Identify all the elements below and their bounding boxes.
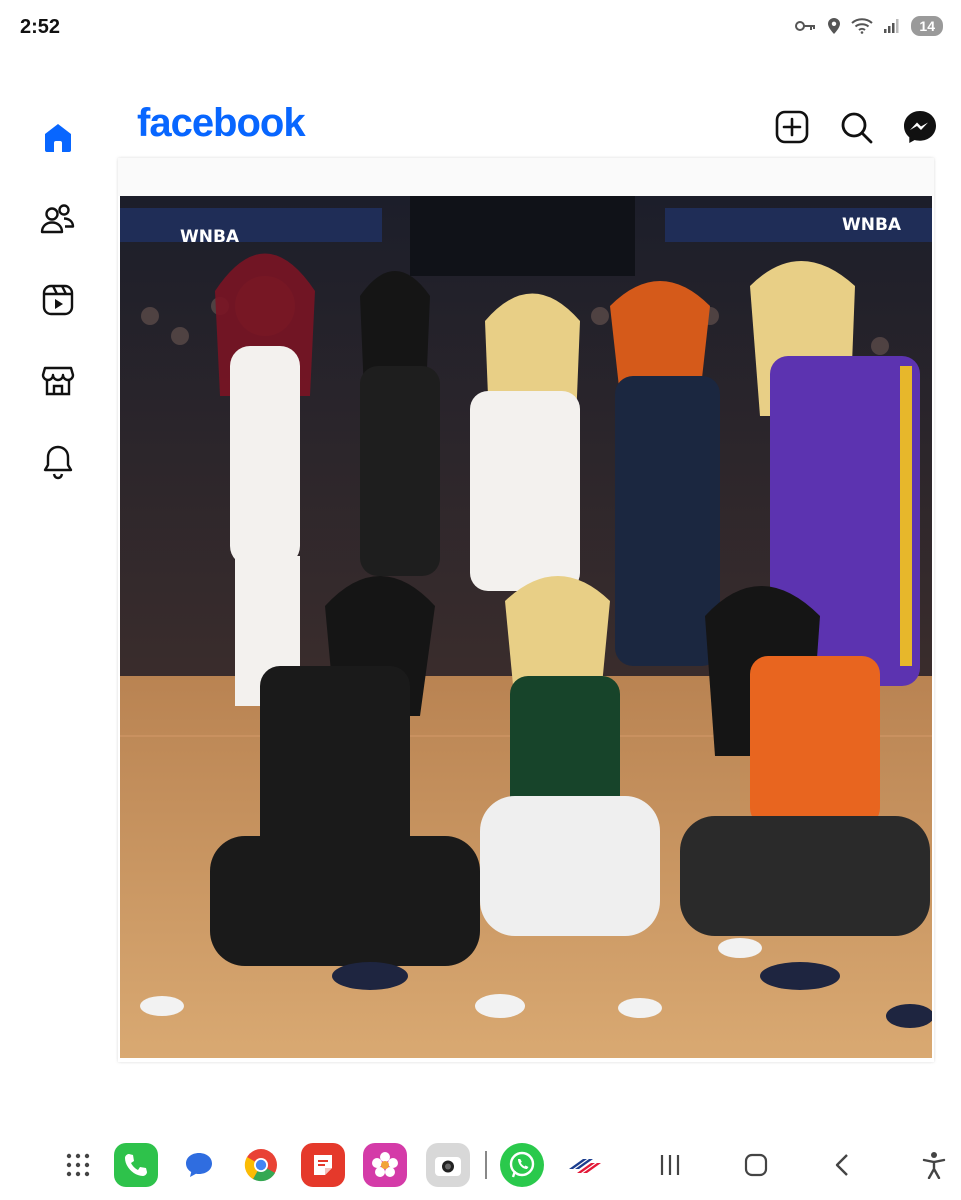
phone-screen: 2:52 14 facebook WNBA WNBA bbox=[0, 0, 961, 1200]
gallery-icon bbox=[372, 1152, 398, 1177]
create-icon bbox=[775, 110, 809, 144]
messages-app[interactable] bbox=[177, 1143, 221, 1187]
messenger-button[interactable] bbox=[899, 106, 941, 148]
whatsapp-app[interactable] bbox=[500, 1143, 544, 1187]
chrome-app[interactable] bbox=[239, 1143, 283, 1187]
messages-icon bbox=[186, 1153, 212, 1177]
camera-app[interactable] bbox=[426, 1143, 470, 1187]
home-icon bbox=[45, 124, 71, 152]
nav-video[interactable] bbox=[30, 272, 86, 328]
notes-app[interactable] bbox=[301, 1143, 345, 1187]
facebook-logo[interactable]: facebook bbox=[137, 101, 306, 146]
taskbar-divider bbox=[485, 1151, 487, 1179]
video-icon bbox=[42, 284, 74, 316]
status-bar: 2:52 14 bbox=[0, 0, 961, 56]
wnba-sign-right: WNBA bbox=[842, 215, 902, 235]
app-drawer-button[interactable] bbox=[56, 1143, 100, 1187]
back-button[interactable] bbox=[822, 1145, 862, 1185]
accessibility-button[interactable] bbox=[914, 1145, 954, 1185]
gallery-app[interactable] bbox=[363, 1143, 407, 1187]
create-button[interactable] bbox=[771, 106, 813, 148]
chrome-icon bbox=[244, 1149, 277, 1182]
status-time: 2:52 bbox=[20, 16, 61, 38]
key-icon bbox=[795, 19, 817, 33]
app-drawer-icon bbox=[66, 1153, 90, 1177]
signal-icon bbox=[883, 18, 901, 34]
nav-marketplace[interactable] bbox=[30, 353, 86, 409]
wnba-sign-left: WNBA bbox=[180, 227, 240, 247]
nav-home[interactable] bbox=[30, 110, 86, 166]
accessibility-icon bbox=[922, 1152, 946, 1179]
messenger-icon bbox=[904, 111, 936, 143]
home-button[interactable] bbox=[736, 1145, 776, 1185]
recents-button[interactable] bbox=[650, 1145, 690, 1185]
notes-icon bbox=[314, 1155, 332, 1175]
nav-notifications[interactable] bbox=[30, 434, 86, 490]
wifi-icon bbox=[851, 18, 874, 34]
phone-app[interactable] bbox=[114, 1143, 158, 1187]
search-button[interactable] bbox=[835, 106, 877, 148]
feed-post[interactable]: WNBA WNBA bbox=[118, 158, 934, 1062]
marketplace-icon bbox=[41, 366, 75, 396]
bank-icon bbox=[569, 1159, 601, 1173]
post-header-strip bbox=[118, 158, 934, 196]
battery-indicator: 14 bbox=[911, 16, 943, 36]
phone-icon bbox=[125, 1154, 147, 1176]
post-image[interactable]: WNBA WNBA bbox=[120, 196, 932, 1058]
friends-icon bbox=[40, 204, 75, 234]
bank-app[interactable] bbox=[563, 1143, 607, 1187]
home-button-icon bbox=[744, 1153, 768, 1177]
back-icon bbox=[835, 1154, 848, 1176]
recents-icon bbox=[660, 1155, 680, 1175]
bell-icon bbox=[43, 445, 73, 480]
nav-rail bbox=[30, 110, 86, 515]
status-icons: 14 bbox=[795, 16, 943, 36]
nav-friends[interactable] bbox=[30, 191, 86, 247]
search-icon bbox=[841, 112, 873, 144]
header-actions bbox=[771, 106, 941, 148]
taskbar bbox=[0, 1135, 961, 1197]
location-icon bbox=[827, 17, 841, 35]
camera-icon bbox=[435, 1157, 461, 1176]
whatsapp-icon bbox=[509, 1151, 535, 1178]
